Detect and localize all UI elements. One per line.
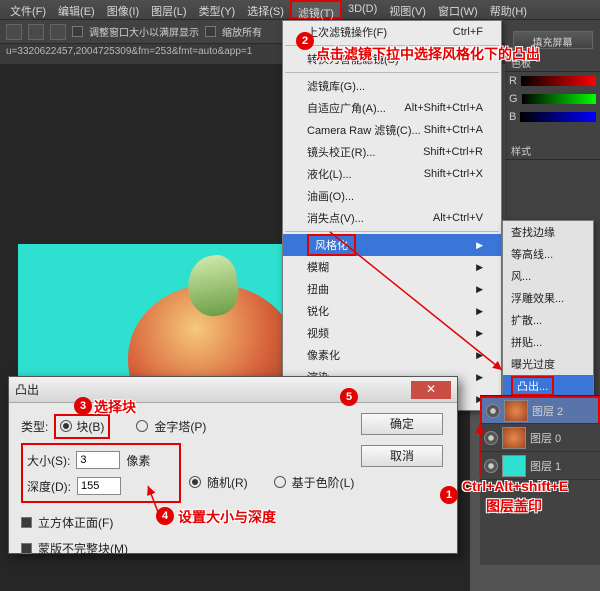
menu-type[interactable]: 类型(Y) [193, 0, 242, 19]
sub-extrude[interactable]: 凸出... [503, 375, 593, 397]
sub-contour[interactable]: 等高线... [503, 243, 593, 265]
label-r: R [509, 75, 517, 87]
layer-1[interactable]: 图层 1 [480, 452, 600, 480]
callout-4: 4 [156, 507, 174, 525]
zoom-in-icon[interactable] [6, 24, 22, 40]
radio-level[interactable] [274, 476, 286, 488]
label-g: G [509, 93, 518, 105]
menu-help[interactable]: 帮助(H) [484, 0, 533, 19]
slider-g[interactable] [522, 94, 596, 104]
cancel-button[interactable]: 取消 [361, 445, 443, 467]
sub-solarize[interactable]: 曝光过度 [503, 353, 593, 375]
annotation-2: 点击滤镜下拉中选择风格化下的凸出 [316, 44, 540, 64]
chevron-right-icon: ▶ [476, 240, 483, 251]
ok-button[interactable]: 确定 [361, 413, 443, 435]
menu-adaptive[interactable]: 自适应广角(A)...Alt+Shift+Ctrl+A [283, 97, 501, 119]
menu-oil[interactable]: 油画(O)... [283, 185, 501, 207]
opt-zoomall-label: 缩放所有 [222, 24, 262, 39]
eye-icon[interactable] [484, 431, 498, 445]
size-input[interactable] [76, 451, 120, 469]
layer-0[interactable]: 图层 0 [480, 424, 600, 452]
annotation-3: 选择块 [94, 397, 136, 417]
layer-2[interactable]: 图层 2 [480, 396, 600, 424]
menu-gallery[interactable]: 滤镜库(G)... [283, 75, 501, 97]
radio-pyramid[interactable] [136, 420, 148, 432]
radio-block-label: 块(B) [76, 418, 104, 435]
callout-2: 2 [296, 32, 314, 50]
checkbox-solid[interactable] [21, 517, 32, 528]
menu-3d[interactable]: 3D(D) [342, 0, 383, 19]
dialog-title: 凸出 [15, 381, 39, 398]
menu-vanish[interactable]: 消失点(V)...Alt+Ctrl+V [283, 207, 501, 229]
menu-last-filter[interactable]: 上次滤镜操作(F)Ctrl+F [283, 21, 501, 43]
annotation-1a: Ctrl+Alt+shift+E [462, 478, 568, 494]
layer-label: 图层 0 [530, 430, 561, 446]
menu-lens[interactable]: 镜头校正(R)...Shift+Ctrl+R [283, 141, 501, 163]
sub-emboss[interactable]: 浮雕效果... [503, 287, 593, 309]
menu-video[interactable]: 视频▶ [283, 322, 501, 344]
layer-label: 图层 2 [532, 403, 563, 419]
checkbox-resize[interactable] [72, 26, 83, 37]
filter-menu[interactable]: 上次滤镜操作(F)Ctrl+F 转换为智能滤镜(S) 滤镜库(G)... 自适应… [282, 20, 502, 411]
checkbox-mask[interactable] [21, 543, 32, 554]
menu-distort[interactable]: 扭曲▶ [283, 278, 501, 300]
zoom-fit-icon[interactable] [50, 24, 66, 40]
menu-layer[interactable]: 图层(L) [145, 0, 192, 19]
zoom-out-icon[interactable] [28, 24, 44, 40]
depth-input[interactable] [77, 477, 121, 495]
stylize-submenu[interactable]: 查找边缘 等高线... 风... 浮雕效果... 扩散... 拼贴... 曝光过… [502, 220, 594, 420]
menu-select[interactable]: 选择(S) [241, 0, 290, 19]
menubar[interactable]: 文件(F) 编辑(E) 图像(I) 图层(L) 类型(Y) 选择(S) 滤镜(T… [0, 0, 600, 20]
menu-liquify[interactable]: 液化(L)...Shift+Ctrl+X [283, 163, 501, 185]
px-label: 像素 [126, 452, 150, 469]
slider-r[interactable] [521, 76, 596, 86]
menu-cameraraw[interactable]: Camera Raw 滤镜(C)...Shift+Ctrl+A [283, 119, 501, 141]
layer-thumb [502, 455, 526, 477]
radio-block[interactable] [60, 420, 72, 432]
radio-level-label: 基于色阶(L) [292, 474, 355, 491]
callout-3: 3 [74, 397, 92, 415]
sub-findedges[interactable]: 查找边缘 [503, 221, 593, 243]
close-icon[interactable]: ✕ [411, 381, 451, 399]
sub-diffuse[interactable]: 扩散... [503, 309, 593, 331]
checkbox-solid-label: 立方体正面(F) [38, 514, 113, 531]
callout-1: 1 [440, 486, 458, 504]
menu-edit[interactable]: 编辑(E) [52, 0, 101, 19]
eye-icon[interactable] [486, 404, 500, 418]
layer-thumb [504, 400, 528, 422]
menu-blur[interactable]: 模糊▶ [283, 256, 501, 278]
menu-pixelate[interactable]: 像素化▶ [283, 344, 501, 366]
sub-tile[interactable]: 拼贴... [503, 331, 593, 353]
menu-image[interactable]: 图像(I) [101, 0, 145, 19]
callout-5: 5 [340, 388, 358, 406]
depth-label: 深度(D): [27, 478, 71, 495]
annotation-1b: 图层盖印 [486, 496, 542, 516]
size-label: 大小(S): [27, 452, 70, 469]
slider-b[interactable] [520, 112, 596, 122]
checkbox-mask-label: 蒙版不完整块(M) [38, 540, 128, 557]
layer-thumb [502, 427, 526, 449]
label-b: B [509, 111, 516, 123]
radio-random[interactable] [189, 476, 201, 488]
menu-view[interactable]: 视图(V) [383, 0, 432, 19]
eye-icon[interactable] [484, 459, 498, 473]
annotation-4: 设置大小与深度 [178, 507, 276, 527]
menu-file[interactable]: 文件(F) [4, 0, 52, 19]
panel-style[interactable]: 样式 [505, 140, 600, 160]
menu-window[interactable]: 窗口(W) [432, 0, 484, 19]
sub-wind[interactable]: 风... [503, 265, 593, 287]
checkbox-zoomall[interactable] [205, 26, 216, 37]
type-label: 类型: [21, 418, 48, 435]
layer-label: 图层 1 [530, 458, 561, 474]
menu-stylize[interactable]: 风格化▶ [283, 234, 501, 256]
radio-random-label: 随机(R) [207, 474, 248, 491]
radio-pyramid-label: 金字塔(P) [154, 418, 206, 435]
opt-resize-label: 调整窗口大小以满屏显示 [89, 24, 199, 39]
menu-sharpen[interactable]: 锐化▶ [283, 300, 501, 322]
menu-filter[interactable]: 滤镜(T) [290, 0, 342, 19]
